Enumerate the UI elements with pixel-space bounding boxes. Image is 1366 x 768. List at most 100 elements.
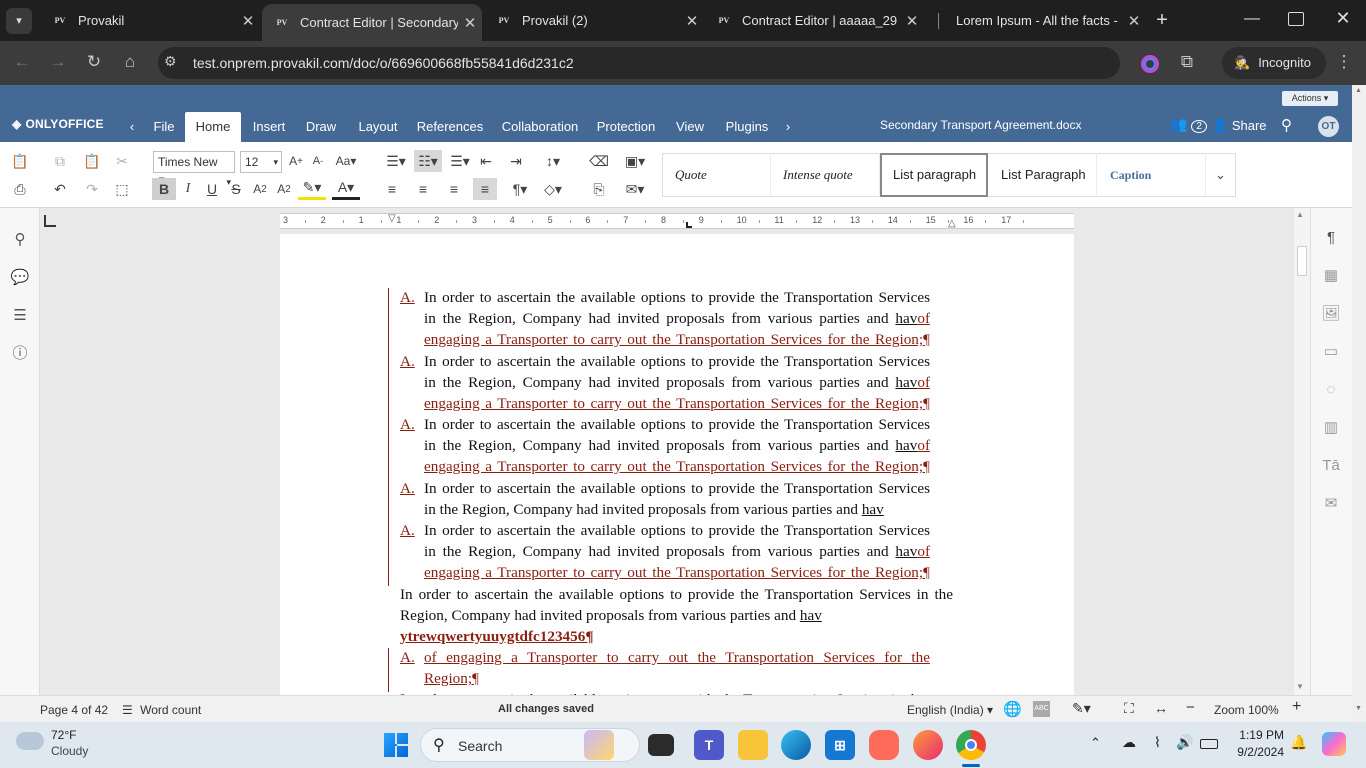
file-explorer-icon[interactable] [738, 730, 768, 760]
battery-icon[interactable] [1200, 739, 1218, 749]
paste-special-icon[interactable]: 📋 [8, 150, 32, 172]
tab-protection[interactable]: Protection [592, 112, 660, 142]
styles-expand-icon[interactable]: ⌄ [1206, 154, 1235, 196]
browser-tab[interactable]: Lorem Ipsum - All the facts - ✕ [926, 0, 1146, 41]
reload-icon[interactable]: ↻ [80, 52, 108, 72]
extensions-puzzle-icon[interactable]: ⧉ [1173, 52, 1201, 72]
style-list-paragraph-selected[interactable]: List paragraph [880, 153, 988, 197]
scroll-up-icon[interactable]: ▲ [1355, 87, 1362, 94]
nonprinting-characters-icon[interactable]: ¶▾ [506, 178, 534, 200]
teams-icon[interactable]: T [694, 730, 724, 760]
style-intense-quote[interactable]: Intense quote [771, 153, 880, 197]
weather-desc[interactable]: Cloudy [51, 744, 88, 758]
underline-icon[interactable]: U [200, 178, 224, 200]
scroll-up-icon[interactable]: ▲ [1296, 210, 1304, 219]
tab-search-button[interactable]: ▾ [6, 8, 32, 34]
microsoft-store-icon[interactable]: ⊞ [825, 730, 855, 760]
chrome-icon[interactable] [956, 730, 986, 760]
minimize-icon[interactable]: — [1240, 10, 1264, 28]
right-indent-marker[interactable]: △ [948, 218, 956, 229]
superscript-icon[interactable]: A2 [248, 178, 272, 200]
back-icon[interactable]: ← [8, 52, 36, 72]
fit-page-icon[interactable]: ⛶ [1124, 700, 1134, 717]
left-indent-marker[interactable]: ▽ [388, 213, 396, 224]
tab-collaboration[interactable]: Collaboration [497, 112, 583, 142]
mail-merge-icon[interactable]: ✉▾ [620, 178, 650, 200]
change-case-icon[interactable]: Aa▾ [332, 150, 360, 172]
close-tab-icon[interactable]: ✕ [458, 14, 482, 32]
vertical-scrollbar[interactable]: ▲ ▼ [1294, 208, 1310, 695]
mail-merge-settings-icon[interactable]: ✉ [1319, 492, 1343, 516]
style-quote[interactable]: Quote [663, 153, 771, 197]
redo-icon[interactable]: ↷ [80, 178, 104, 200]
subscript-icon[interactable]: A2 [272, 178, 296, 200]
bullets-icon[interactable]: ☰▾ [382, 150, 410, 172]
copilot-icon[interactable] [1322, 732, 1346, 756]
style-caption[interactable]: Caption [1098, 153, 1206, 197]
copy-style-icon[interactable]: ⎘ [587, 178, 611, 200]
text-art-icon[interactable]: Tā [1319, 454, 1343, 478]
increase-font-icon[interactable]: A + [284, 150, 308, 172]
tab-draw[interactable]: Draw [298, 112, 344, 142]
image-settings-icon[interactable]: 🖼 [1319, 302, 1343, 326]
print-icon[interactable]: ⎙ [8, 178, 32, 200]
shading-icon[interactable]: ◇▾ [538, 178, 568, 200]
header-footer-icon[interactable]: ▭ [1319, 340, 1343, 364]
line-spacing-icon[interactable]: ↕▾ [538, 150, 568, 172]
horizontal-ruler[interactable]: 3 2 1 1 2 3 4 5 6 7 8 9 10 11 12 13 14 15 16 17 ▽ △ [280, 213, 1074, 229]
clock-date[interactable]: 9/2/2024 [1226, 745, 1284, 759]
task-view-icon[interactable] [648, 734, 674, 756]
copy-icon[interactable]: ⧉ [48, 150, 72, 172]
select-all-icon[interactable]: ⬚ [110, 178, 134, 200]
browser-tab[interactable]: PV Provakil ✕ [40, 0, 260, 41]
onedrive-icon[interactable]: ☁ [1122, 734, 1136, 751]
style-list-paragraph[interactable]: List Paragraph [989, 153, 1097, 197]
tab-file[interactable]: File [145, 112, 183, 142]
italic-icon[interactable]: I [176, 178, 200, 200]
bold-icon[interactable]: B [152, 178, 176, 200]
navigation-icon[interactable]: ☰ [8, 304, 32, 328]
language-select[interactable]: English (India) ▾ [907, 703, 993, 717]
windows-start-icon[interactable] [384, 733, 408, 757]
close-tab-icon[interactable]: ✕ [236, 12, 260, 30]
extension-color-icon[interactable] [1141, 55, 1159, 73]
close-tab-icon[interactable]: ✕ [1122, 12, 1146, 30]
clear-style-icon[interactable]: ⌫ [587, 150, 611, 172]
tab-view[interactable]: View [670, 112, 710, 142]
align-right-icon[interactable]: ≡ [442, 178, 466, 200]
justify-icon[interactable]: ≡ [473, 178, 497, 200]
increase-indent-icon[interactable]: ⇥ [504, 150, 528, 172]
incognito-button[interactable]: 🕵 Incognito [1222, 47, 1326, 79]
weather-temp[interactable]: 72°F [51, 728, 76, 742]
close-tab-icon[interactable]: ✕ [900, 12, 924, 30]
tabs-scroll-left-icon[interactable]: ‹ [122, 112, 142, 142]
tab-home[interactable]: Home [185, 112, 241, 142]
scroll-down-icon[interactable]: ▼ [1355, 705, 1362, 712]
shape-settings-icon[interactable]: ◌ [1319, 378, 1343, 402]
actions-button[interactable]: Actions ▾ [1282, 91, 1338, 106]
strikethrough-icon[interactable]: S [224, 178, 248, 200]
browser-tab[interactable]: PV Contract Editor | aaaaa_29 A ✕ [704, 0, 924, 41]
forward-icon[interactable]: → [44, 52, 72, 72]
notifications-bell-icon[interactable]: 🔔 [1290, 734, 1307, 751]
restore-icon[interactable] [1288, 12, 1304, 26]
scroll-thumb[interactable] [1297, 246, 1307, 276]
weather-cloud-icon[interactable] [16, 732, 44, 750]
browser-tab[interactable]: PV Provakil (2) ✕ [484, 0, 704, 41]
font-size-select[interactable]: 12 ▾ [240, 151, 282, 173]
zoom-out-icon[interactable]: − [1186, 699, 1195, 716]
url-text[interactable]: test.onprem.provakil.com/doc/o/669600668… [193, 55, 574, 71]
address-bar[interactable]: ⚙ test.onprem.provakil.com/doc/o/6696006… [158, 47, 1120, 79]
firefox-icon[interactable] [913, 730, 943, 760]
about-info-icon[interactable]: ⓘ [8, 342, 32, 366]
edge-icon[interactable] [781, 730, 811, 760]
tab-insert[interactable]: Insert [244, 112, 294, 142]
numbering-icon[interactable]: ☷▾ [414, 150, 442, 172]
zoom-in-icon[interactable]: + [1292, 698, 1301, 716]
scroll-down-icon[interactable]: ▼ [1296, 682, 1304, 691]
widgets-icon[interactable] [584, 730, 614, 760]
cut-icon[interactable]: ✂ [110, 150, 134, 172]
browser-tab-active[interactable]: PV Contract Editor | Secondary ✕ [262, 4, 482, 41]
fit-width-icon[interactable]: ↔ [1154, 700, 1168, 716]
browser-menu-icon[interactable]: ⋮ [1330, 52, 1358, 72]
